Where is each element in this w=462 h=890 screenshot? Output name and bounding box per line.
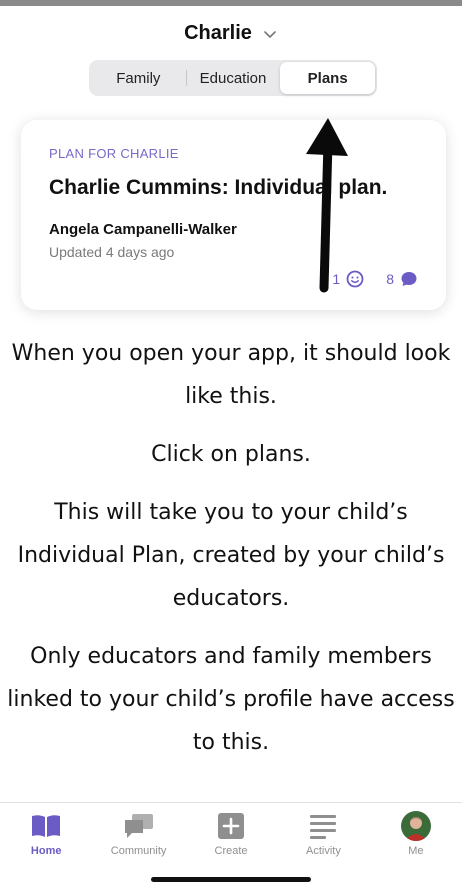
plan-kicker: PLAN FOR CHARLIE — [49, 146, 179, 161]
pointer-arrow-icon — [306, 118, 348, 293]
tabbar-me-label: Me — [408, 845, 424, 857]
chevron-down-icon — [264, 30, 276, 38]
segmented-control: Family Education Plans — [89, 60, 377, 96]
comments-count: 8 — [386, 271, 394, 287]
avatar — [400, 811, 432, 841]
home-indicator — [151, 877, 311, 882]
tabbar-create-label: Create — [214, 845, 248, 857]
tabbar-home[interactable]: Home — [0, 803, 92, 890]
book-icon — [30, 811, 62, 841]
child-selector[interactable]: Charlie — [0, 22, 462, 45]
instruction-open-app: When you open your app, it should look l… — [11, 341, 451, 409]
instruction-individual-plan: This will take you to your child’s Indiv… — [17, 500, 445, 611]
chat-icon — [123, 811, 155, 841]
tabbar-activity-label: Activity — [306, 845, 341, 857]
plan-card[interactable]: PLAN FOR CHARLIE Charlie Cummins: Indivi… — [21, 120, 446, 310]
comments-stat[interactable]: 8 — [386, 270, 418, 288]
page-title: Charlie — [184, 22, 252, 44]
instruction-click-plans: Click on plans. — [151, 442, 311, 467]
lines-icon — [307, 811, 339, 841]
tabbar-home-label: Home — [30, 845, 62, 857]
instruction-access: Only educators and family members linked… — [7, 644, 455, 755]
status-strip — [0, 0, 462, 6]
tab-plans[interactable]: Plans — [280, 62, 376, 94]
plan-author: Angela Campanelli-Walker — [49, 221, 237, 238]
comment-bubble-icon — [401, 272, 417, 286]
instructions: When you open your app, it should look l… — [0, 332, 462, 779]
tabbar-me[interactable]: Me — [370, 803, 462, 890]
tabbar-community-label: Community — [110, 845, 167, 857]
plan-updated: Updated 4 days ago — [49, 244, 175, 260]
tab-education[interactable]: Education — [185, 62, 281, 94]
tab-family[interactable]: Family — [91, 62, 186, 94]
plus-square-icon — [215, 811, 247, 841]
